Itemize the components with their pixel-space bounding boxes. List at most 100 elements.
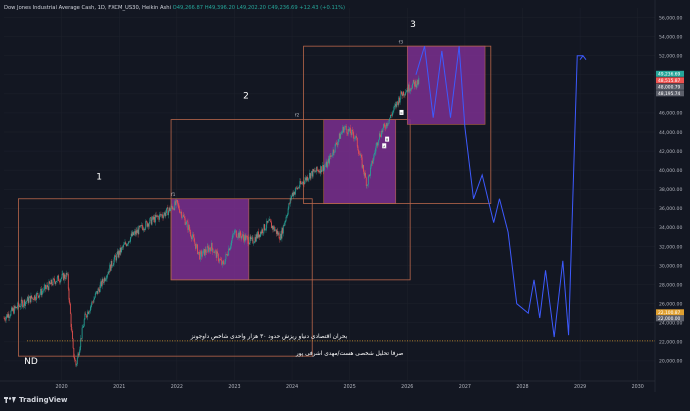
candle-body — [8, 314, 9, 317]
candle-body — [6, 314, 7, 317]
candle-body — [111, 261, 112, 266]
candle-body — [98, 289, 99, 294]
candle-body — [328, 159, 329, 162]
candle-body — [108, 271, 109, 274]
candle-body — [290, 198, 291, 204]
candle-body — [367, 184, 368, 185]
wave-marker-label: B — [386, 138, 388, 142]
candle-body — [388, 123, 389, 124]
candle-body — [147, 222, 148, 227]
candle-body — [96, 293, 97, 294]
candle-body — [365, 173, 366, 178]
candle-body — [208, 246, 209, 247]
candle-body — [83, 326, 84, 328]
candle-body — [250, 237, 251, 243]
candle-body — [91, 302, 92, 305]
purple-box-2 — [324, 120, 396, 204]
candle-body — [15, 307, 16, 308]
candle-body — [192, 237, 193, 239]
candle-body — [251, 238, 252, 239]
candle-body — [295, 191, 296, 194]
y-tick-label: 54,000.00 — [659, 34, 682, 40]
candle-body — [414, 82, 415, 86]
candle-body — [113, 265, 114, 266]
footer-brand[interactable]: TradingView — [4, 396, 68, 404]
candle-body — [362, 157, 363, 167]
candle-body — [283, 225, 284, 233]
candle-body — [152, 216, 153, 219]
candle-body — [306, 178, 307, 181]
candle-body — [6, 317, 7, 320]
candle-body — [155, 215, 156, 223]
candle-body — [9, 317, 10, 318]
candle-body — [214, 251, 215, 253]
candle-body — [145, 221, 146, 228]
candle-body — [39, 295, 40, 297]
candle-body — [403, 92, 404, 96]
candle-body — [211, 243, 212, 251]
candle-body — [266, 228, 267, 230]
candle-body — [157, 216, 158, 217]
candle-body — [163, 217, 164, 218]
candle-body — [376, 143, 377, 147]
candle-body — [371, 161, 372, 164]
candle-body — [203, 249, 204, 250]
candle-body — [304, 180, 305, 184]
candle-body — [396, 104, 397, 107]
candle-body — [201, 252, 202, 257]
candle-body — [179, 205, 180, 209]
candle-body — [358, 146, 359, 150]
y-tick-label: 30,000.00 — [659, 263, 682, 269]
candle-body — [380, 133, 381, 136]
candle-body — [219, 259, 220, 261]
candle-body — [350, 128, 351, 133]
candle-body — [352, 130, 353, 131]
candle-body — [387, 123, 388, 126]
y-tick-label: 36,000.00 — [659, 206, 682, 212]
candle-body — [232, 234, 233, 238]
candle-body — [209, 248, 210, 252]
candle-body — [377, 143, 378, 146]
candle-body — [415, 81, 416, 87]
candle-body — [47, 285, 48, 287]
candle-body — [347, 133, 348, 134]
price-chart[interactable]: 20,000.0022,000.0024,000.0026,000.0028,0… — [0, 0, 690, 407]
candle-body — [291, 198, 292, 199]
y-tick-label: 56,000.00 — [659, 15, 682, 21]
candle-body — [54, 279, 55, 282]
candle-body — [165, 213, 166, 216]
candle-body — [408, 85, 409, 92]
candle-body — [28, 297, 29, 303]
candle-body — [89, 312, 90, 314]
candle-body — [196, 245, 197, 249]
candle-body — [130, 237, 131, 242]
candle-body — [252, 237, 253, 243]
candle-body — [342, 127, 343, 132]
price-tag-label: 22,000.00 — [658, 316, 681, 322]
candle-body — [170, 209, 171, 211]
candle-body — [146, 221, 147, 222]
symbol-title[interactable]: Dow Jones Industrial Average Cash, 1D, F… — [4, 5, 171, 11]
candle-body — [317, 167, 318, 171]
candle-body — [418, 80, 419, 84]
candle-body — [260, 232, 261, 237]
candle-body — [357, 138, 358, 147]
candle-body — [176, 200, 177, 205]
candle-body — [351, 133, 352, 135]
candle-body — [132, 232, 133, 236]
candle-body — [288, 203, 289, 208]
candle-body — [281, 234, 282, 239]
candle-body — [90, 307, 91, 311]
candle-body — [376, 146, 377, 151]
candle-body — [320, 166, 321, 173]
candle-body — [185, 224, 186, 225]
candle-body — [156, 215, 157, 217]
candle-body — [387, 124, 388, 126]
candle-body — [104, 278, 105, 283]
candle-body — [335, 143, 336, 144]
candle-body — [18, 303, 19, 306]
candle-body — [225, 259, 226, 264]
candle-body — [51, 280, 52, 284]
candle-body — [181, 212, 182, 218]
candle-body — [24, 300, 25, 305]
